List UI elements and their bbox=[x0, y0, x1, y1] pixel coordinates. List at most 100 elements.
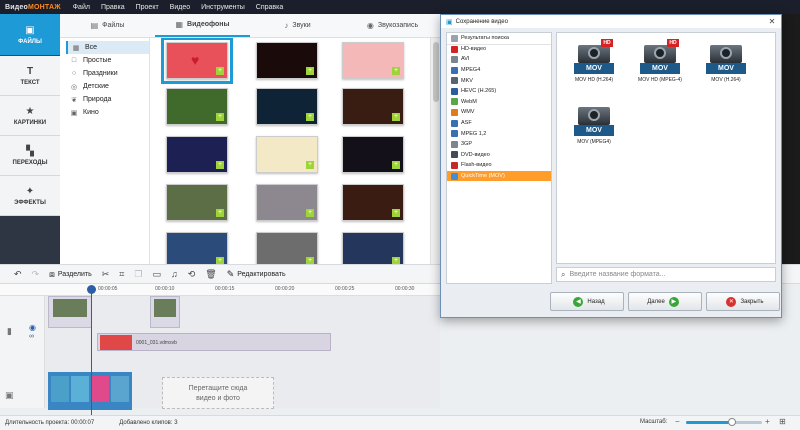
format-item[interactable]: HEVC (H.265) bbox=[447, 86, 551, 97]
category-simple[interactable]: □ Простые bbox=[60, 54, 149, 67]
preset-item[interactable]: MOV MOV (H.264) bbox=[693, 39, 759, 83]
zoom-out-icon[interactable]: − bbox=[675, 417, 680, 426]
format-item[interactable]: ASF bbox=[447, 118, 551, 129]
zoom-in-icon[interactable]: + bbox=[765, 417, 770, 426]
menu-help[interactable]: Справка bbox=[256, 4, 283, 11]
add-icon[interactable]: + bbox=[216, 161, 224, 169]
drop-zone[interactable]: Перетащите сюда видео и фото bbox=[162, 377, 274, 409]
background-thumbnail[interactable]: + bbox=[342, 88, 404, 125]
format-item[interactable]: AVI bbox=[447, 54, 551, 65]
background-thumbnail[interactable]: ♥ + bbox=[161, 38, 233, 84]
format-search-input[interactable]: ⌕ Введите название формата... bbox=[556, 267, 776, 282]
nav-text[interactable]: T ТЕКСТ bbox=[0, 56, 60, 96]
category-kids[interactable]: ◎ Детские bbox=[60, 80, 149, 93]
back-button[interactable]: ◀ Назад bbox=[550, 292, 624, 311]
background-thumbnail[interactable]: + bbox=[342, 184, 404, 221]
nav-files[interactable]: ▣ ФАЙЛЫ bbox=[0, 14, 60, 56]
clip-thumbnail[interactable] bbox=[48, 296, 92, 328]
menu-file[interactable]: Файл bbox=[73, 4, 90, 11]
close-icon[interactable]: ✕ bbox=[763, 15, 781, 28]
add-icon[interactable]: + bbox=[392, 257, 400, 264]
format-item[interactable]: Результаты поиска bbox=[447, 33, 551, 44]
split-button[interactable]: ⧈ Разделить bbox=[49, 269, 92, 280]
format-item[interactable]: HD-видео bbox=[447, 43, 551, 55]
add-icon[interactable]: + bbox=[306, 67, 314, 75]
background-thumbnail[interactable]: + bbox=[256, 88, 318, 125]
format-item[interactable]: DVD-видео bbox=[447, 150, 551, 161]
link-icon[interactable]: ∞ bbox=[29, 333, 34, 340]
background-thumbnail[interactable]: + bbox=[256, 42, 318, 79]
next-button[interactable]: Далее ▶ bbox=[628, 292, 702, 311]
add-icon[interactable]: + bbox=[392, 209, 400, 217]
format-item[interactable]: WMV bbox=[447, 107, 551, 118]
format-item[interactable]: Flash-видео bbox=[447, 160, 551, 171]
volume-icon[interactable]: ♫ bbox=[171, 269, 178, 279]
cut-icon[interactable]: ✂ bbox=[102, 269, 110, 280]
grid-scrollbar[interactable] bbox=[430, 38, 440, 264]
background-thumbnail[interactable]: + bbox=[256, 184, 318, 221]
scrollbar-thumb[interactable] bbox=[433, 42, 439, 102]
category-nature[interactable]: ❦ Природа bbox=[60, 93, 149, 106]
format-item[interactable]: MKV bbox=[447, 75, 551, 86]
overlay-clip[interactable]: 0001_031.vdmsvb bbox=[97, 333, 331, 351]
format-item[interactable]: 3GP bbox=[447, 139, 551, 150]
zoom-slider-handle[interactable] bbox=[727, 418, 736, 426]
menu-tools[interactable]: Инструменты bbox=[201, 4, 245, 11]
menu-edit[interactable]: Правка bbox=[101, 4, 125, 11]
menu-project[interactable]: Проект bbox=[136, 4, 159, 11]
add-icon[interactable]: + bbox=[216, 113, 224, 121]
playhead-line[interactable] bbox=[91, 287, 92, 415]
clip-thumbnail[interactable] bbox=[150, 296, 180, 328]
add-icon[interactable]: + bbox=[216, 67, 224, 75]
nav-pictures[interactable]: ★ КАРТИНКИ bbox=[0, 96, 60, 136]
format-item[interactable]: MPEG 1,2 bbox=[447, 128, 551, 139]
preset-item[interactable]: MOV HD MOV HD (MPEG-4) bbox=[627, 39, 693, 83]
background-thumbnail[interactable]: + bbox=[256, 232, 318, 264]
delete-icon[interactable]: 🗑 bbox=[205, 269, 216, 280]
background-thumbnail[interactable]: + bbox=[166, 232, 228, 264]
tab-recording[interactable]: ◉ Звукозапись bbox=[345, 14, 440, 37]
redo-icon[interactable]: ↷ bbox=[32, 269, 40, 280]
undo-icon[interactable]: ↶ bbox=[14, 269, 22, 280]
nav-effects[interactable]: ✦ ЭФФЕКТЫ bbox=[0, 176, 60, 216]
add-icon[interactable]: + bbox=[306, 113, 314, 121]
menu-video[interactable]: Видео bbox=[170, 4, 190, 11]
close-button[interactable]: ✕ Закрыть bbox=[706, 292, 780, 311]
add-icon[interactable]: + bbox=[216, 257, 224, 264]
eye-icon[interactable]: ◉ bbox=[29, 323, 36, 332]
category-all[interactable]: ▦ Все bbox=[66, 41, 149, 54]
preset-item[interactable]: MOV HD MOV HD (H.264) bbox=[561, 39, 627, 83]
background-thumbnail[interactable]: + bbox=[166, 136, 228, 173]
format-item[interactable]: WebM bbox=[447, 97, 551, 108]
tab-backgrounds[interactable]: ▦ Видеофоны bbox=[155, 14, 250, 37]
rotate-icon[interactable]: ⟲ bbox=[188, 269, 196, 280]
copy-icon[interactable]: ❐ bbox=[134, 269, 142, 280]
tab-files[interactable]: ▤ Файлы bbox=[60, 14, 155, 37]
lock-icon[interactable]: ▮ bbox=[7, 326, 12, 337]
preset-item[interactable]: MOV MOV (MPEG4) bbox=[561, 101, 627, 145]
tab-sounds[interactable]: ♪ Звуки bbox=[250, 14, 345, 37]
format-item[interactable]: QuickTime (MOV) bbox=[447, 170, 551, 182]
category-cinema[interactable]: ▣ Кино bbox=[60, 106, 149, 119]
background-thumbnail[interactable]: + bbox=[342, 42, 404, 79]
format-item[interactable]: MPEG4 bbox=[447, 65, 551, 76]
fit-icon[interactable]: ⊞ bbox=[779, 417, 786, 426]
background-thumbnail[interactable]: + bbox=[342, 136, 404, 173]
time-ruler[interactable]: 00:00:05 00:00:10 00:00:15 00:00:20 00:0… bbox=[0, 284, 440, 296]
add-icon[interactable]: + bbox=[306, 161, 314, 169]
background-thumbnail[interactable]: + bbox=[256, 136, 318, 173]
crop-icon[interactable]: ⌗ bbox=[119, 269, 124, 280]
background-thumbnail[interactable]: + bbox=[166, 184, 228, 221]
add-icon[interactable]: + bbox=[392, 161, 400, 169]
add-icon[interactable]: + bbox=[392, 113, 400, 121]
add-icon[interactable]: + bbox=[306, 257, 314, 264]
edit-button[interactable]: ✎ Редактировать bbox=[227, 269, 286, 280]
category-holidays[interactable]: ○ Праздники bbox=[60, 67, 149, 80]
video-track-clips[interactable] bbox=[48, 372, 132, 410]
background-thumbnail[interactable]: + bbox=[342, 232, 404, 264]
background-thumbnail[interactable]: + bbox=[166, 88, 228, 125]
paste-icon[interactable]: ▭ bbox=[152, 269, 161, 280]
add-icon[interactable]: + bbox=[216, 209, 224, 217]
add-icon[interactable]: + bbox=[392, 67, 400, 75]
nav-transitions[interactable]: ▚ ПЕРЕХОДЫ bbox=[0, 136, 60, 176]
